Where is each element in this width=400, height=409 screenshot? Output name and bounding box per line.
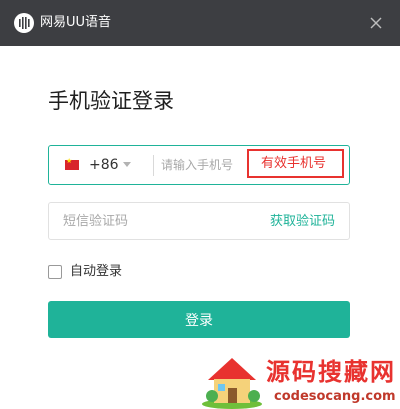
hint-text: 有效手机号 — [261, 156, 327, 171]
house-logo-icon — [202, 358, 262, 409]
phone-field: ★ +86 有效手机号 — [48, 145, 350, 185]
watermark-url: codesocang.com — [274, 389, 396, 404]
close-button[interactable] — [366, 13, 386, 33]
uu-logo-icon — [14, 13, 34, 33]
auto-login-label[interactable]: 自动登录 — [70, 264, 122, 280]
login-window: 网易UU语音 手机验证登录 ★ +86 有效手机号 获取验证码 自动登录 登录 — [0, 0, 400, 409]
login-button[interactable]: 登录 — [48, 301, 350, 338]
page-title: 手机验证登录 — [48, 89, 174, 113]
chevron-down-icon[interactable] — [123, 162, 131, 168]
sms-code-field: 获取验证码 — [48, 202, 350, 240]
phone-input[interactable] — [161, 153, 247, 177]
divider — [153, 155, 154, 176]
close-icon — [370, 17, 382, 29]
get-code-link[interactable]: 获取验证码 — [270, 213, 335, 231]
app-title: 网易UU语音 — [40, 15, 112, 30]
sms-code-input[interactable] — [63, 210, 243, 232]
auto-login-checkbox[interactable] — [48, 265, 62, 279]
valid-phone-hint: 有效手机号 — [247, 149, 344, 178]
china-flag-icon[interactable]: ★ — [65, 157, 79, 170]
watermark-title: 源码搜藏网 — [266, 358, 396, 386]
title-bar: 网易UU语音 — [0, 0, 400, 46]
country-code-select[interactable]: +86 — [89, 156, 119, 174]
